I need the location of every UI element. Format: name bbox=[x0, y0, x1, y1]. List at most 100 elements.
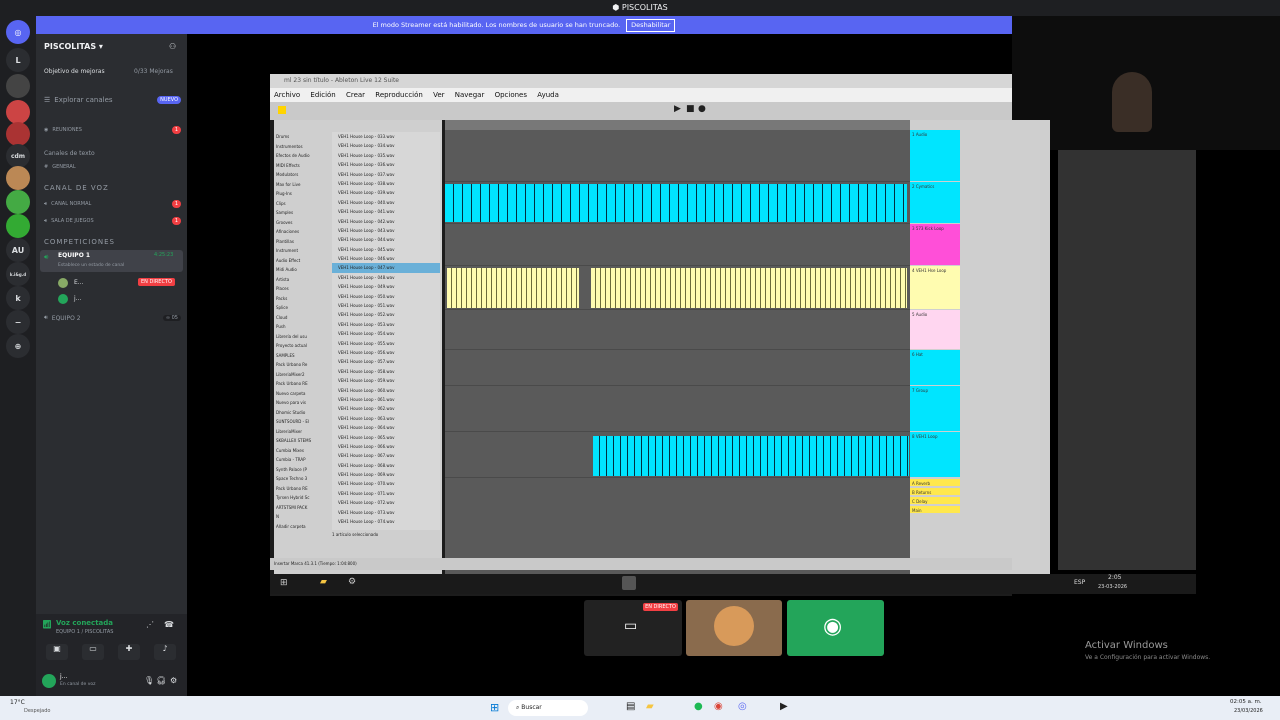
track-header[interactable]: 2 Cymatics bbox=[910, 182, 960, 223]
browser-file[interactable]: VEH1 House Loop - 061.wav bbox=[332, 395, 440, 404]
browser-category[interactable]: SAMPLES bbox=[276, 351, 332, 361]
browser-category[interactable]: Clips bbox=[276, 199, 332, 209]
boost-goal[interactable]: Objetivo de mejoras bbox=[44, 68, 105, 75]
channel-reuniones[interactable]: ◉ REUNIONES 1 bbox=[44, 126, 181, 134]
browser-category[interactable]: Max for Live bbox=[276, 180, 332, 190]
track-header[interactable]: 4 VEH1 Hse Loop bbox=[910, 266, 960, 309]
browser-category[interactable]: Tyrsen Hybrid Sc bbox=[276, 493, 332, 503]
settings-gear-icon[interactable]: ⚙ bbox=[170, 676, 177, 685]
browser-file[interactable]: VEH1 House Loop - 037.wav bbox=[332, 170, 440, 179]
track-header[interactable]: 6 Hat bbox=[910, 350, 960, 385]
discord-taskbar-icon[interactable]: ◎ bbox=[738, 701, 747, 712]
voice-user-1[interactable]: E... EN DIRECTO bbox=[58, 278, 180, 290]
browser-file[interactable]: VEH1 House Loop - 055.wav bbox=[332, 339, 440, 348]
browser-category[interactable]: Artista bbox=[276, 275, 332, 285]
invite-icon[interactable]: ⚇ bbox=[169, 42, 176, 51]
chrome-icon[interactable]: ◉ bbox=[714, 701, 723, 712]
taskbar-date[interactable]: 23/03/2026 bbox=[1234, 708, 1263, 714]
browser-category[interactable]: Splice bbox=[276, 303, 332, 313]
browser-file[interactable]: VEH1 House Loop - 047.wav bbox=[332, 263, 440, 273]
browser-file[interactable]: VEH1 House Loop - 035.wav bbox=[332, 151, 440, 160]
browser-file[interactable]: VEH1 House Loop - 046.wav bbox=[332, 254, 440, 263]
browser-file[interactable]: VEH1 House Loop - 041.wav bbox=[332, 207, 440, 216]
stream-thumbnail[interactable]: EN DIRECTO ▭ bbox=[584, 600, 682, 656]
weather-temp[interactable]: 17°C bbox=[10, 699, 25, 706]
disable-streamer-button[interactable]: Deshabilitar bbox=[626, 19, 676, 32]
server-name[interactable]: PISCOLITAS ▾ bbox=[44, 42, 103, 51]
explore-servers-icon[interactable]: ⊕ bbox=[6, 334, 30, 358]
browser-category[interactable]: Push bbox=[276, 322, 332, 332]
browser-file[interactable]: VEH1 House Loop - 036.wav bbox=[332, 160, 440, 169]
stop-icon[interactable]: ■ bbox=[686, 104, 695, 114]
browser-file[interactable]: VEH1 House Loop - 072.wav bbox=[332, 498, 440, 507]
user-video-tile[interactable]: ◉ bbox=[787, 600, 884, 656]
server-icon-au[interactable]: AU bbox=[6, 238, 30, 262]
server-icon-image[interactable] bbox=[6, 214, 30, 238]
track-header[interactable]: 7 Group bbox=[910, 386, 960, 431]
channel-equipo-2[interactable]: 🔊︎ EQUIPO 2 ∞ 05 bbox=[44, 314, 181, 322]
channel-general[interactable]: # GENERAL bbox=[44, 164, 181, 170]
browser-file[interactable]: VEH1 House Loop - 063.wav bbox=[332, 414, 440, 423]
windows-start-icon[interactable]: ⊞ bbox=[280, 578, 288, 588]
browser-file[interactable]: VEH1 House Loop - 044.wav bbox=[332, 235, 440, 244]
ableton-app-icon[interactable] bbox=[622, 576, 636, 590]
browser-category[interactable]: Librería del usu bbox=[276, 332, 332, 342]
browser-category[interactable]: Instrument bbox=[276, 246, 332, 256]
disconnect-icon[interactable]: ☎ bbox=[164, 620, 174, 629]
server-icon-image[interactable] bbox=[6, 166, 30, 190]
browser-category[interactable]: Audio Effect bbox=[276, 256, 332, 266]
browser-category[interactable]: Instrumentos bbox=[276, 142, 332, 152]
browser-file[interactable]: VEH1 House Loop - 059.wav bbox=[332, 376, 440, 385]
headphones-icon[interactable]: 🎧︎ bbox=[156, 676, 166, 685]
server-icon-kigd[interactable]: k.i&g.d bbox=[6, 262, 30, 286]
browser-file[interactable]: VEH1 House Loop - 040.wav bbox=[332, 198, 440, 207]
browser-file[interactable]: VEH1 House Loop - 049.wav bbox=[332, 282, 440, 291]
server-icon-l[interactable]: L bbox=[6, 48, 30, 72]
browser-file[interactable]: VEH1 House Loop - 043.wav bbox=[332, 226, 440, 235]
voice-path[interactable]: EQUIPO 1 / PISCOLITAS bbox=[56, 629, 113, 635]
browser-file[interactable]: VEH1 House Loop - 064.wav bbox=[332, 423, 440, 432]
browser-category[interactable]: SKBALLEX STEMS bbox=[276, 436, 332, 446]
menu-edicion[interactable]: Edición bbox=[310, 91, 335, 99]
track-header[interactable]: Main bbox=[910, 506, 960, 513]
track-lane[interactable] bbox=[445, 182, 910, 224]
search-box[interactable]: ⌕ Buscar bbox=[508, 700, 588, 716]
browser-file[interactable]: VEH1 House Loop - 071.wav bbox=[332, 489, 440, 498]
browser-category[interactable]: Pack Urbano RE bbox=[276, 379, 332, 389]
browser-category[interactable]: N bbox=[276, 512, 332, 522]
browser-category[interactable]: Cloud bbox=[276, 313, 332, 323]
media-icon[interactable]: ▶ bbox=[780, 701, 788, 712]
voice-category-header[interactable]: CANAL DE VOZ bbox=[44, 184, 109, 192]
browser-category[interactable]: Nuevo carpeta bbox=[276, 389, 332, 399]
browser-file[interactable]: VEH1 House Loop - 060.wav bbox=[332, 386, 440, 395]
play-icon[interactable]: ▶ bbox=[674, 104, 681, 114]
browser-file[interactable]: VEH1 House Loop - 068.wav bbox=[332, 461, 440, 470]
text-channels-header[interactable]: Canales de texto bbox=[44, 150, 95, 157]
browser-category[interactable]: Nuevo para vis bbox=[276, 398, 332, 408]
record-icon[interactable]: ● bbox=[698, 104, 706, 114]
activities-button[interactable]: ✚ bbox=[118, 644, 140, 660]
menu-archivo[interactable]: Archivo bbox=[274, 91, 300, 99]
spotify-icon[interactable]: ● bbox=[694, 701, 703, 712]
browser-file[interactable]: VEH1 House Loop - 065.wav bbox=[332, 433, 440, 442]
browser-file[interactable]: VEH1 House Loop - 057.wav bbox=[332, 357, 440, 366]
browser-category[interactable]: Cumbia Mixes bbox=[276, 446, 332, 456]
track-lane[interactable] bbox=[445, 130, 910, 182]
tap-tempo-icon[interactable] bbox=[278, 106, 286, 114]
audio-clip[interactable] bbox=[447, 268, 579, 308]
timeline-ruler[interactable] bbox=[445, 120, 910, 130]
browser-category[interactable]: Añadir carpeta bbox=[276, 522, 332, 532]
menu-opciones[interactable]: Opciones bbox=[495, 91, 527, 99]
browser-category[interactable]: ARTSTSMI PACK bbox=[276, 503, 332, 513]
windows-start-icon[interactable]: ⊞ bbox=[490, 701, 499, 714]
browser-category[interactable]: Modulators bbox=[276, 170, 332, 180]
browser-file[interactable]: VEH1 House Loop - 053.wav bbox=[332, 320, 440, 329]
track-header[interactable]: C Delay bbox=[910, 497, 960, 504]
voice-user-2[interactable]: j... bbox=[58, 294, 180, 306]
browser-category[interactable]: Cumbia - TRAP bbox=[276, 455, 332, 465]
task-view-icon[interactable]: ▤ bbox=[626, 701, 635, 712]
browser-category[interactable]: Midi Audio bbox=[276, 265, 332, 275]
browser-file[interactable]: VEH1 House Loop - 054.wav bbox=[332, 329, 440, 338]
browser-file[interactable]: VEH1 House Loop - 067.wav bbox=[332, 451, 440, 460]
browser-file[interactable]: VEH1 House Loop - 073.wav bbox=[332, 508, 440, 517]
